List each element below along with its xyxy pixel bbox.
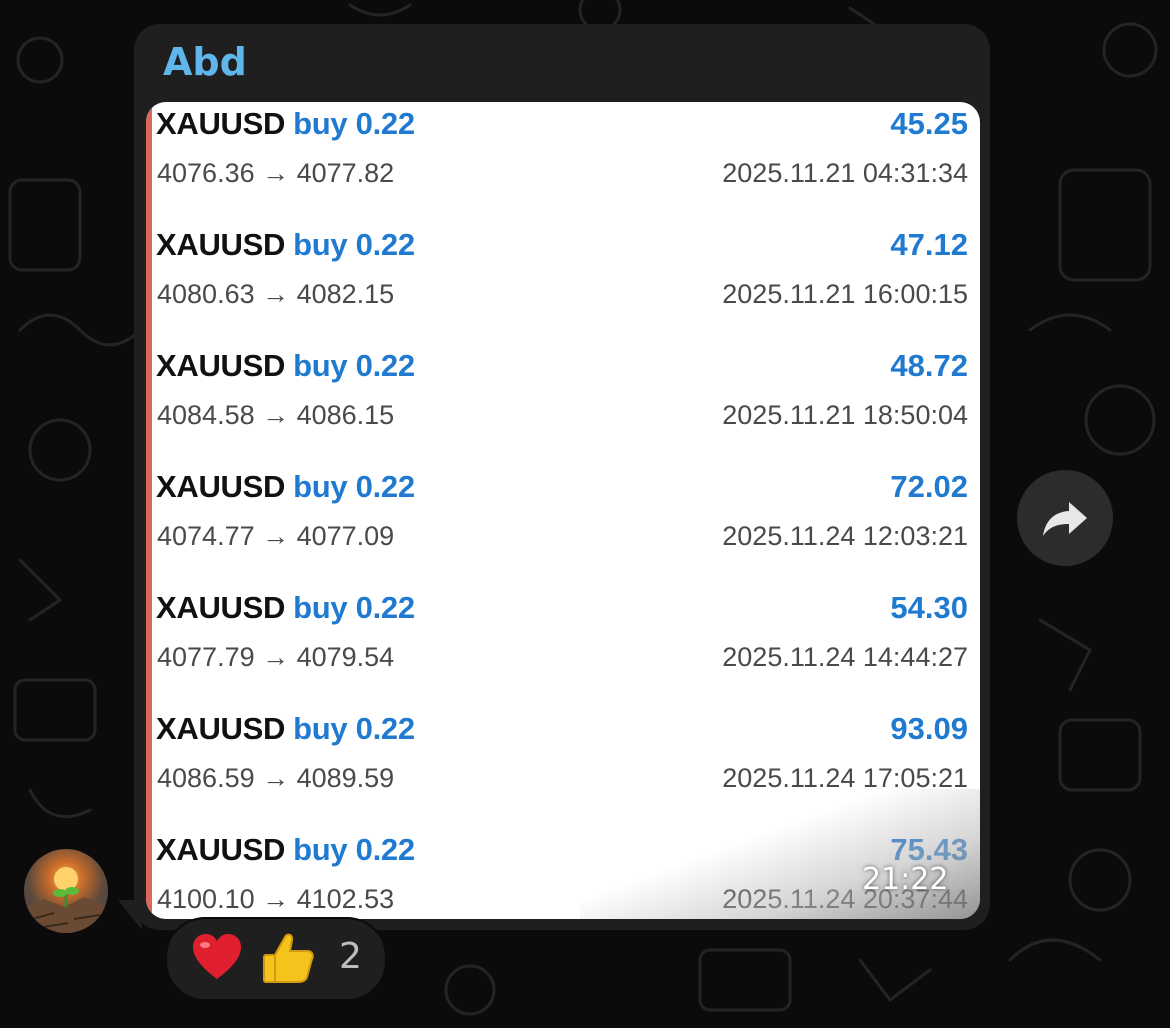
trade-row: XAUUSD buy 0.22 54.30 4077.79 → 4079.54 2… [156, 586, 968, 707]
trade-side: buy 0.22 [293, 832, 415, 867]
trade-prices: 4074.77 → 4077.09 [157, 521, 395, 551]
trade-symbol: XAUUSD buy 0.22 [156, 106, 415, 142]
trade-time: 2025.11.21 04:31:34 [722, 158, 968, 188]
trade-side: buy 0.22 [293, 711, 415, 746]
trade-prices: 4084.58 → 4086.15 [157, 400, 395, 430]
symbol-text: XAUUSD [156, 106, 286, 141]
trade-profit: 48.72 [890, 348, 968, 383]
trade-symbol: XAUUSD buy 0.22 [156, 227, 415, 263]
reactions-pill[interactable]: 2 [165, 917, 387, 1001]
trade-profit: 72.02 [890, 469, 968, 504]
trade-history-screenshot[interactable]: XAUUSD buy 0.22 45.25 4076.36 → 4077.82 2… [146, 102, 980, 919]
trade-row: XAUUSD buy 0.22 75.43 4100.10 → 4102.53 2… [156, 828, 968, 919]
trade-row: XAUUSD buy 0.22 47.12 4080.63 → 4082.15 2… [156, 223, 968, 344]
trade-time: 2025.11.24 12:03:21 [722, 521, 968, 551]
thumbs-up-icon[interactable] [261, 931, 315, 985]
trade-symbol: XAUUSD buy 0.22 [156, 711, 415, 747]
red-heart-icon[interactable] [191, 933, 243, 981]
symbol-text: XAUUSD [156, 711, 286, 746]
trade-time: 2025.11.24 17:05:21 [722, 763, 968, 793]
trade-side: buy 0.22 [293, 469, 415, 504]
trade-side: buy 0.22 [293, 590, 415, 625]
trade-row: XAUUSD buy 0.22 48.72 4084.58 → 4086.15 2… [156, 344, 968, 465]
trade-profit: 45.25 [890, 106, 968, 141]
trade-prices: 4076.36 → 4077.82 [157, 158, 395, 188]
avatar[interactable] [24, 849, 108, 933]
trade-symbol: XAUUSD buy 0.22 [156, 832, 415, 868]
trade-row: XAUUSD buy 0.22 45.25 4076.36 → 4077.82 2… [156, 102, 968, 223]
trade-prices: 4080.63 → 4082.15 [157, 279, 395, 309]
accent-bar [146, 102, 152, 919]
trade-prices: 4077.79 → 4079.54 [157, 642, 395, 672]
trade-side: buy 0.22 [293, 348, 415, 383]
redacted-name-area [258, 30, 728, 82]
symbol-text: XAUUSD [156, 348, 286, 383]
message-timestamp: 21:22 [862, 862, 949, 897]
trade-symbol: XAUUSD buy 0.22 [156, 590, 415, 626]
trade-profit: 47.12 [890, 227, 968, 262]
trade-row: XAUUSD buy 0.22 93.09 4086.59 → 4089.59 2… [156, 707, 968, 828]
reaction-count: 2 [339, 936, 362, 977]
trade-time: 2025.11.21 18:50:04 [722, 400, 968, 430]
forward-arrow-icon [1043, 502, 1087, 536]
sprout-avatar-image [24, 867, 108, 933]
trade-profit: 93.09 [890, 711, 968, 746]
bubble-tail [118, 900, 142, 930]
trade-symbol: XAUUSD buy 0.22 [156, 348, 415, 384]
symbol-text: XAUUSD [156, 227, 286, 262]
forward-button[interactable] [1017, 470, 1113, 566]
symbol-text: XAUUSD [156, 590, 286, 625]
trade-profit: 54.30 [890, 590, 968, 625]
trade-time: 2025.11.24 14:44:27 [722, 642, 968, 672]
trade-symbol: XAUUSD buy 0.22 [156, 469, 415, 505]
symbol-text: XAUUSD [156, 832, 286, 867]
trade-time: 2025.11.21 16:00:15 [722, 279, 968, 309]
trade-row: XAUUSD buy 0.22 72.02 4074.77 → 4077.09 2… [156, 465, 968, 586]
trade-side: buy 0.22 [293, 106, 415, 141]
trade-prices: 4100.10 → 4102.53 [157, 884, 395, 914]
trade-side: buy 0.22 [293, 227, 415, 262]
trade-prices: 4086.59 → 4089.59 [157, 763, 395, 793]
symbol-text: XAUUSD [156, 469, 286, 504]
